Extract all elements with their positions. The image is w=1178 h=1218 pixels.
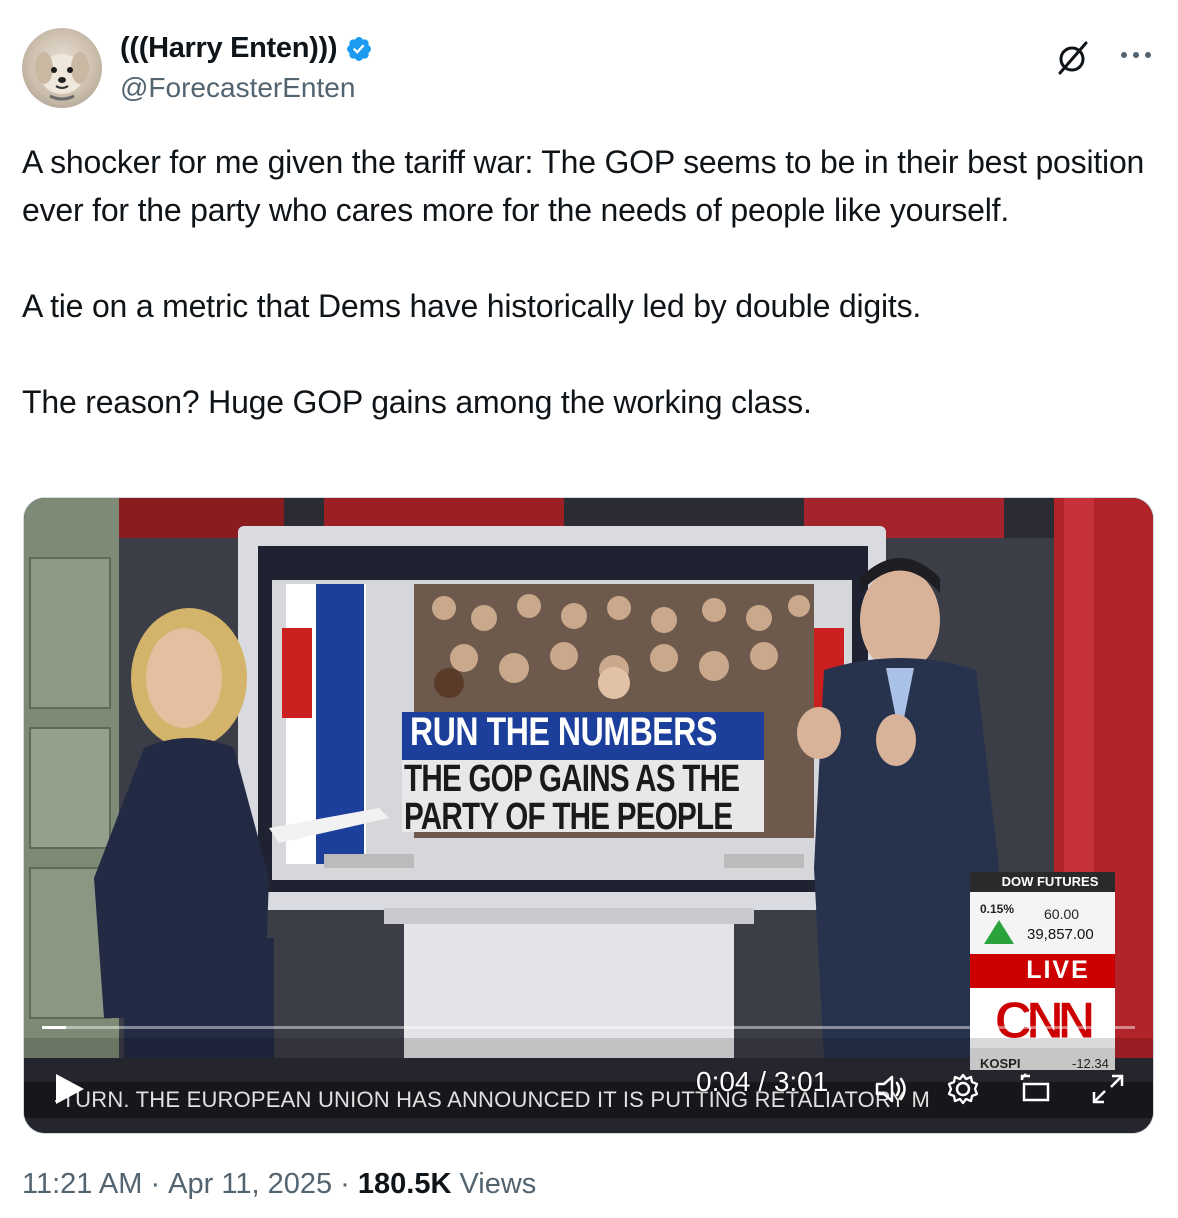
settings-gear-icon[interactable] <box>946 1072 980 1106</box>
dow-futures-label: DOW FUTURES <box>1001 874 1099 889</box>
tweet-date[interactable]: Apr 11, 2025 <box>168 1168 332 1201</box>
tweet-time[interactable]: 11:21 AM <box>22 1168 142 1201</box>
video-progress-bar[interactable] <box>42 1026 1135 1029</box>
dow-futures-percent: 0.15% <box>980 902 1015 916</box>
picture-in-picture-icon[interactable] <box>1018 1072 1054 1106</box>
kospi-value: -12.34 <box>1072 1056 1109 1071</box>
author-display-name[interactable]: (((Harry Enten))) <box>120 32 338 65</box>
fullscreen-expand-icon[interactable] <box>1090 1072 1126 1106</box>
more-options-icon[interactable] <box>1116 40 1156 70</box>
graphic-subtitle: THE GOP GAINS AS THE PARTY OF THE PEOPLE <box>404 758 740 838</box>
video-timecode: 0:04 / 3:01 <box>696 1066 829 1097</box>
grok-icon[interactable] <box>1054 40 1090 76</box>
author-handle[interactable]: @ForecasterEnten <box>120 72 355 104</box>
graphic-title: RUN THE NUMBERS <box>410 710 717 754</box>
verified-badge-icon <box>347 36 372 61</box>
live-badge: LIVE <box>1026 956 1090 984</box>
video-progress-fill <box>42 1026 67 1029</box>
tweet-metadata: 11:21 AM · Apr 11, 2025 · 180.5K Views <box>22 1168 536 1201</box>
volume-icon[interactable] <box>874 1072 910 1106</box>
views-count[interactable]: 180.5K <box>358 1168 452 1201</box>
dog-avatar-icon <box>35 52 89 101</box>
tweet-text: A shocker for me given the tariff war: T… <box>22 144 1145 420</box>
views-label: Views <box>451 1168 537 1200</box>
video-player[interactable]: CNN RUN THE NUMBERS THE GOP GAINS AS THE… <box>23 497 1154 1134</box>
dow-futures-change: 60.00 <box>1044 906 1080 922</box>
metadata-separator: · <box>142 1168 169 1200</box>
metadata-separator-2: · <box>332 1168 358 1200</box>
kospi-label: KOSPI <box>980 1056 1021 1071</box>
author-avatar[interactable] <box>22 28 102 108</box>
play-icon[interactable] <box>52 1072 86 1106</box>
author-name-row: (((Harry Enten))) <box>120 32 373 65</box>
dow-futures-value: 39,857.00 <box>1027 926 1094 943</box>
